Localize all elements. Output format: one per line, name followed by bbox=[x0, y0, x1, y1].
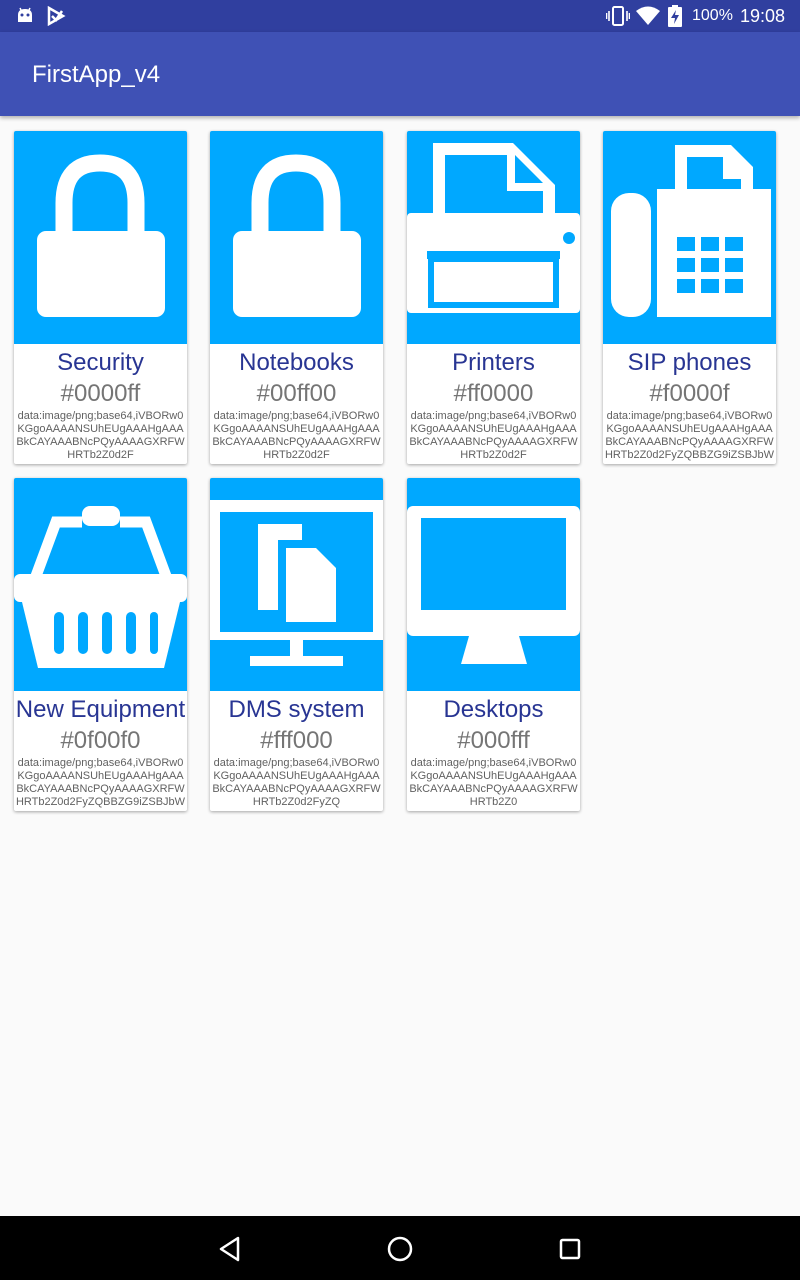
card-title: New Equipment bbox=[15, 696, 186, 723]
card-notebooks[interactable]: Notebooks #00ff00 data:image/png;base64,… bbox=[210, 131, 383, 464]
app-bar: FirstApp_v4 bbox=[0, 32, 800, 116]
card-color-code: #0f00f0 bbox=[60, 727, 141, 754]
card-title: Desktops bbox=[443, 696, 544, 723]
card-color-code: #f0000f bbox=[649, 380, 730, 407]
card-desktops[interactable]: Desktops #000fff data:image/png;base64,i… bbox=[407, 478, 580, 811]
document-monitor-icon bbox=[210, 500, 383, 666]
card-data-uri: data:image/png;base64,iVBORw0KGgoAAAANSU… bbox=[409, 757, 578, 808]
card-sip-phones[interactable]: SIP phones #f0000f data:image/png;base64… bbox=[603, 131, 776, 464]
lock-icon bbox=[37, 154, 165, 317]
card-dms-system[interactable]: DMS system #fff000 data:image/png;base64… bbox=[210, 478, 383, 811]
battery-percent: 100% bbox=[692, 7, 733, 24]
printer-icon bbox=[407, 143, 580, 313]
card-title: Printers bbox=[452, 349, 535, 376]
card-color-code: #fff000 bbox=[260, 727, 333, 754]
card-title: Notebooks bbox=[239, 349, 354, 376]
card-data-uri: data:image/png;base64,iVBORw0KGgoAAAANSU… bbox=[16, 410, 185, 461]
card-image bbox=[14, 478, 187, 691]
app-title: FirstApp_v4 bbox=[32, 61, 161, 88]
category-grid: Security #0000ff data:image/png;base64,i… bbox=[0, 116, 800, 1216]
card-title: SIP phones bbox=[627, 349, 752, 376]
card-printers[interactable]: Printers #ff0000 data:image/png;base64,i… bbox=[407, 131, 580, 464]
card-title: Security bbox=[57, 349, 144, 376]
card-image bbox=[210, 131, 383, 344]
card-image bbox=[603, 131, 776, 344]
card-image bbox=[407, 131, 580, 344]
card-data-uri: data:image/png;base64,iVBORw0KGgoAAAANSU… bbox=[409, 410, 578, 461]
card-color-code: #00ff00 bbox=[256, 380, 337, 407]
card-data-uri: data:image/png;base64,iVBORw0KGgoAAAANSU… bbox=[212, 410, 381, 461]
status-bar: 100% 19:08 bbox=[0, 0, 800, 32]
card-color-code: #0000ff bbox=[60, 380, 141, 407]
card-security[interactable]: Security #0000ff data:image/png;base64,i… bbox=[14, 131, 187, 464]
navigation-bar bbox=[0, 1216, 800, 1280]
card-color-code: #000fff bbox=[457, 727, 530, 754]
recents-icon[interactable] bbox=[555, 1234, 585, 1264]
card-color-code: #ff0000 bbox=[453, 380, 534, 407]
android-debug-icon bbox=[18, 7, 32, 22]
basket-icon bbox=[14, 506, 187, 668]
card-data-uri: data:image/png;base64,iVBORw0KGgoAAAANSU… bbox=[15, 757, 186, 808]
card-title: DMS system bbox=[228, 696, 365, 723]
card-data-uri: data:image/png;base64,iVBORw0KGgoAAAANSU… bbox=[212, 757, 381, 808]
monitor-icon bbox=[407, 506, 580, 664]
card-new-equipment[interactable]: New Equipment #0f00f0 data:image/png;bas… bbox=[14, 478, 187, 811]
wifi-icon bbox=[636, 6, 660, 25]
vibrate-icon bbox=[606, 6, 630, 26]
card-image bbox=[407, 478, 580, 691]
card-image bbox=[210, 478, 383, 691]
card-image bbox=[14, 131, 187, 344]
card-data-uri: data:image/png;base64,iVBORw0KGgoAAAANSU… bbox=[604, 410, 775, 461]
battery-charging-icon bbox=[668, 5, 682, 27]
lock-icon bbox=[233, 154, 361, 317]
clock: 19:08 bbox=[740, 6, 786, 26]
home-icon[interactable] bbox=[385, 1234, 415, 1264]
back-icon[interactable] bbox=[216, 1234, 246, 1264]
fax-phone-icon bbox=[611, 145, 771, 317]
play-store-icon bbox=[47, 6, 66, 26]
